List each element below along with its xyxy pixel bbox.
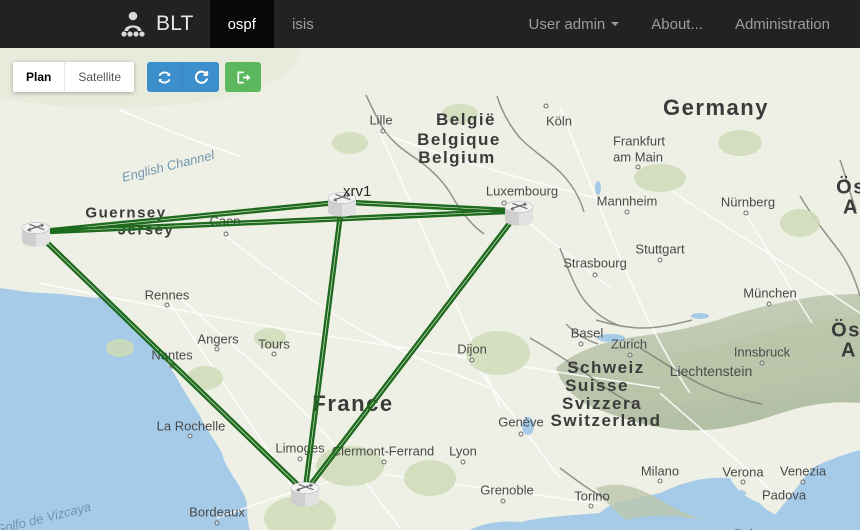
auto-refresh-button[interactable] [147,62,183,92]
city-dot [187,433,193,439]
brand-link[interactable]: BLT [0,0,210,48]
city-dot [297,456,303,462]
protocol-tabs: ospf isis [209,0,332,48]
export-button[interactable] [225,62,261,92]
map-action-buttons [147,62,261,92]
network-node-label: xrv1 [343,183,372,200]
city-dot [588,503,594,509]
top-navbar: BLT ospf isis User admin About... Admini… [0,0,860,48]
city-dot [543,103,549,109]
map-type-satellite[interactable]: Satellite [64,62,135,92]
map-tiles [0,48,860,530]
city-dot [214,520,220,526]
city-dot [627,352,633,358]
city-dot [743,210,749,216]
map-viewport[interactable]: English Channel Golfo de Vizcaya Guernsey J… [0,48,860,530]
city-dot [635,164,641,170]
city-dot [460,459,466,465]
city-dot [657,478,663,484]
people-group-icon [119,11,147,37]
city-dot [578,341,584,347]
city-dot [740,479,746,485]
network-node[interactable] [500,194,538,228]
refresh-icon [193,69,210,86]
city-dot [766,301,772,307]
navbar-right: User admin About... Administration [513,0,860,48]
city-dot [624,209,630,215]
city-dot [800,479,806,485]
map-type-plan[interactable]: Plan [13,62,65,92]
city-dot [469,357,475,363]
network-node[interactable]: xrv1 [323,183,371,219]
refresh-cycle-icon [156,69,173,86]
city-dot [214,346,220,352]
city-dot [657,257,663,263]
map-type-control[interactable]: Plan Satellite [13,62,135,92]
city-dot [592,272,598,278]
tab-ospf[interactable]: ospf [209,0,274,48]
city-dot [518,431,524,437]
city-dot [500,498,506,504]
network-node[interactable] [17,215,55,249]
about-link[interactable]: About... [635,0,719,48]
city-dot [381,459,387,465]
router-icon [500,194,538,228]
router-icon [286,475,324,509]
city-dot [271,351,277,357]
refresh-button[interactable] [183,62,219,92]
city-dot [164,302,170,308]
network-node[interactable] [286,475,324,509]
router-icon [17,215,55,249]
export-icon [235,69,252,86]
city-dot [169,363,175,369]
chevron-down-icon [611,22,620,26]
city-dot [223,231,229,237]
navbar-left: BLT ospf isis [0,0,332,48]
tab-isis[interactable]: isis [274,0,332,48]
city-dot [759,360,765,366]
user-menu[interactable]: User admin [513,0,636,48]
administration-link[interactable]: Administration [719,0,846,48]
user-menu-label: User admin [528,15,606,33]
brand-label: BLT [156,12,194,35]
city-dot [380,128,386,134]
